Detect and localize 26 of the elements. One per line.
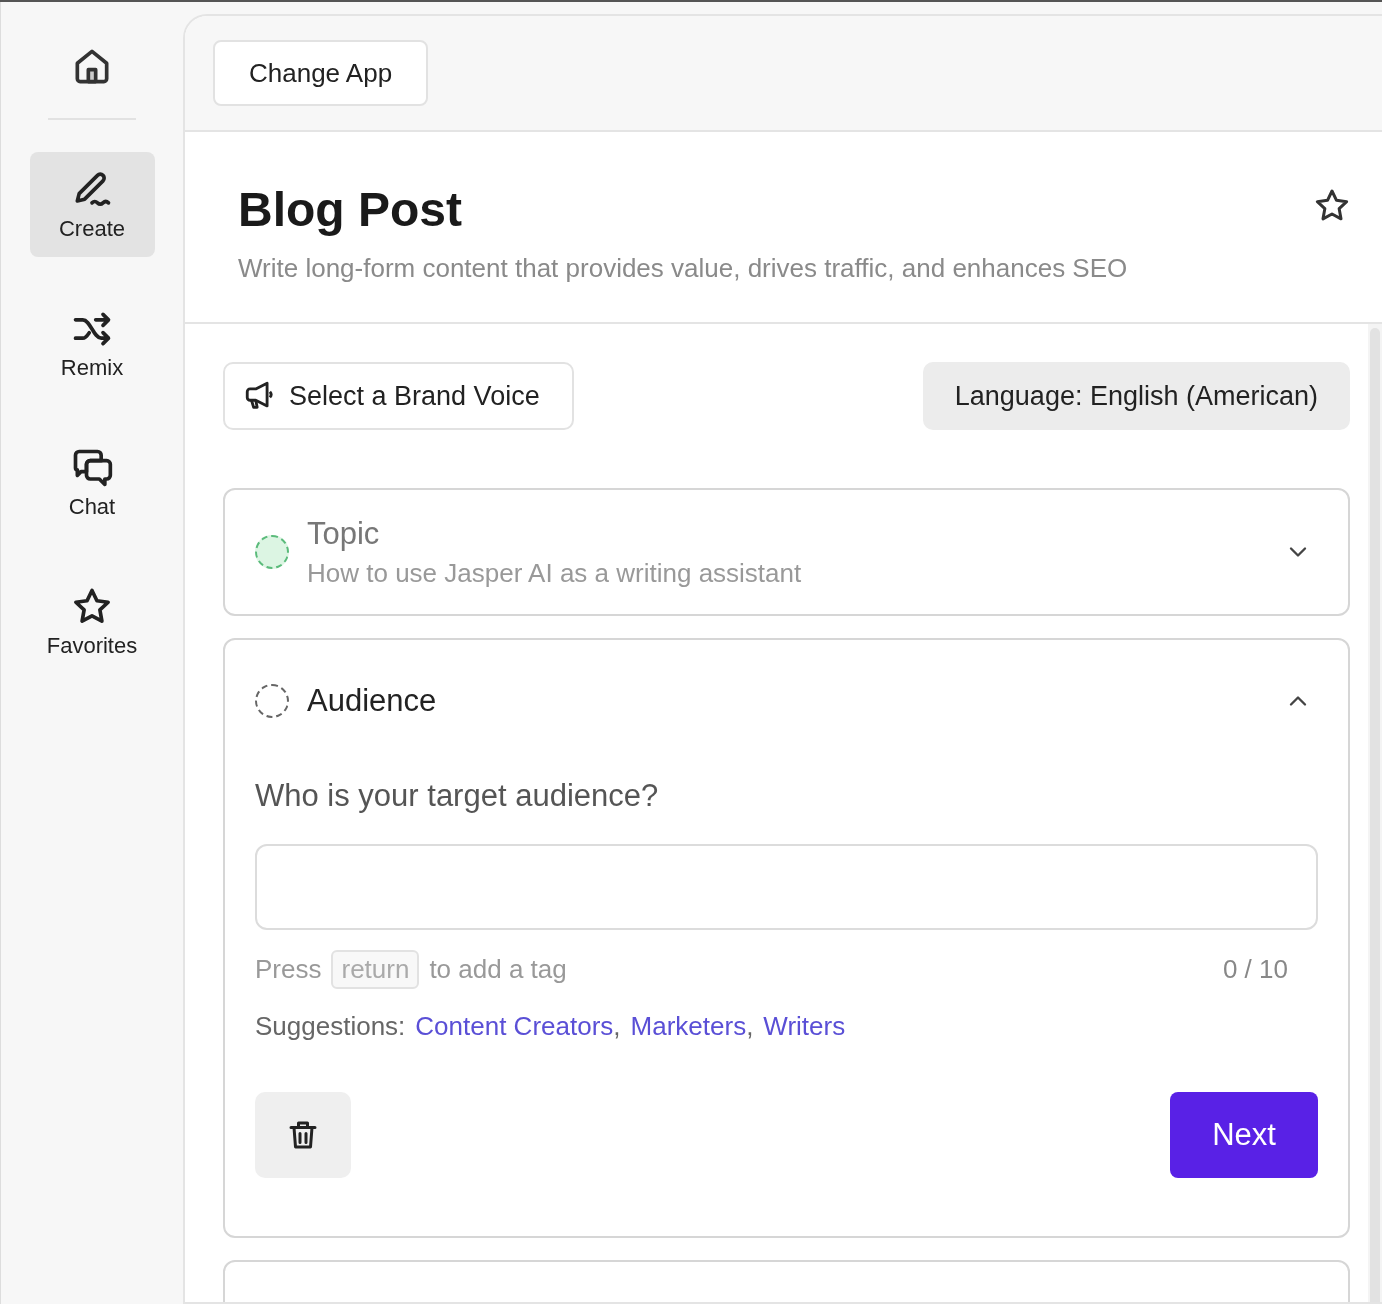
step-value: How to use Jasper AI as a writing assistant — [307, 557, 803, 589]
sidebar-item[interactable]: Remix — [29, 291, 155, 396]
brand-voice-button[interactable]: Select a Brand Voice — [223, 362, 574, 430]
language-button[interactable]: Language: English (American) — [922, 362, 1350, 430]
audience-input-field[interactable] — [255, 844, 1318, 930]
step-title: Audience — [307, 683, 438, 719]
delete-button[interactable] — [255, 1092, 351, 1178]
suggestion-link[interactable]: Marketers — [630, 1011, 747, 1041]
hint-text: Press — [255, 954, 322, 985]
suggestion-link[interactable]: Content Creators — [415, 1011, 614, 1041]
change-app-button[interactable]: Change App — [213, 40, 429, 106]
next-button[interactable]: Next — [1170, 1092, 1318, 1178]
sidebar-item[interactable]: Chat — [29, 430, 155, 535]
separator: , — [613, 1011, 621, 1041]
separator: , — [746, 1011, 754, 1041]
page-description: Write long-form content that provides value, drives traffic, and enhances SEO — [238, 253, 1128, 284]
suggestion-link[interactable]: Writers — [763, 1011, 846, 1041]
step-title: Topic — [307, 515, 381, 552]
suggestions-label: Suggestions: — [255, 1011, 406, 1042]
sidebar-item[interactable]: Create — [29, 152, 155, 257]
tag-counter: 0 / 10 — [1222, 954, 1288, 985]
hint-text: to add a tag — [429, 954, 567, 985]
page-title: Blog Post — [238, 182, 463, 237]
key-badge: return — [331, 950, 420, 989]
question-label: Who is your target audience? — [255, 778, 660, 814]
sidebar-item[interactable]: Favorites — [29, 569, 155, 674]
